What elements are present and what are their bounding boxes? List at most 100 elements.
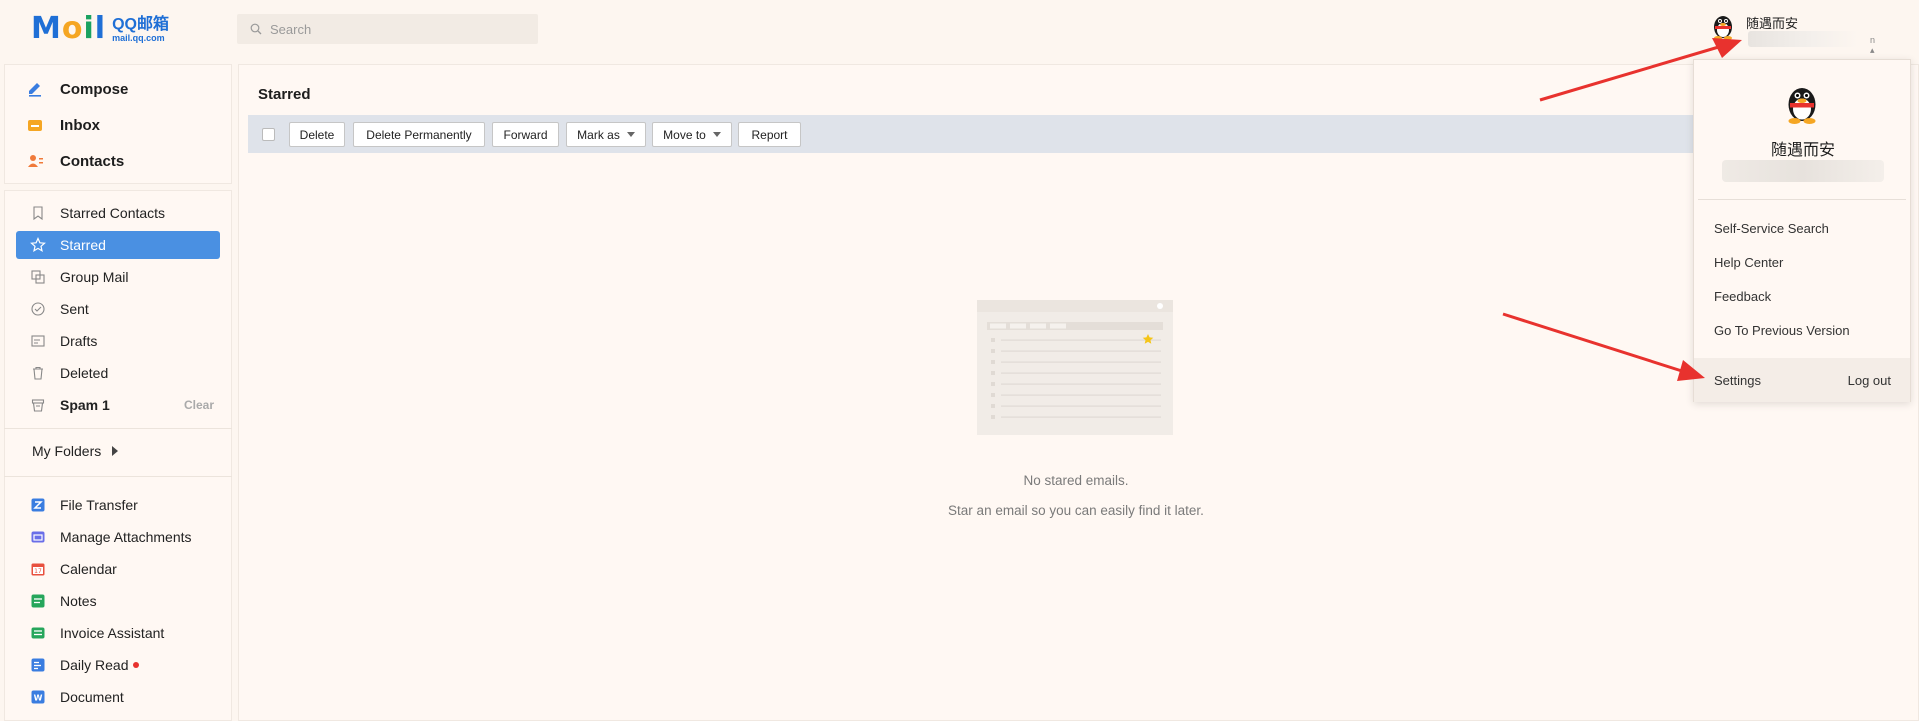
sidebar-item-label: Drafts xyxy=(60,333,98,349)
logo-cn-text: QQ邮箱 xyxy=(112,15,169,33)
dropdown-arrow-icon xyxy=(712,132,721,137)
self-service-search-link[interactable]: Self-Service Search xyxy=(1714,221,1829,236)
sidebar-divider xyxy=(4,428,232,429)
page-title: Starred xyxy=(258,86,311,103)
trash-icon xyxy=(33,366,43,380)
contacts-icon xyxy=(28,155,43,167)
sidebar-item-label: Deleted xyxy=(60,365,109,381)
report-button[interactable]: Report xyxy=(738,122,801,147)
sidebar-item-starred-contacts[interactable]: Starred Contacts xyxy=(16,199,220,227)
logo-subtitle: QQ邮箱 mail.qq.com xyxy=(112,16,169,43)
sidebar-item-label: Invoice Assistant xyxy=(60,625,165,641)
delete-button[interactable]: Delete xyxy=(289,122,345,147)
sidebar-app-calendar[interactable]: 17 Calendar xyxy=(16,555,220,583)
qq-penguin-avatar-icon xyxy=(1788,88,1816,124)
inbox-icon xyxy=(28,120,42,131)
sidebar-item-label: Document xyxy=(60,689,124,705)
move-to-dropdown[interactable]: Move to xyxy=(652,122,732,147)
spam-clear-link[interactable]: Clear xyxy=(184,398,214,412)
sent-check-icon xyxy=(31,302,45,316)
pencil-icon xyxy=(29,83,41,97)
attachment-icon xyxy=(31,531,45,543)
move-to-label: Move to xyxy=(663,127,706,142)
sidebar-app-manage-attachments[interactable]: Manage Attachments xyxy=(16,523,220,551)
select-all-checkbox[interactable] xyxy=(262,128,275,141)
sidebar-item-label: Calendar xyxy=(60,561,117,577)
sidebar-item-drafts[interactable]: Drafts xyxy=(16,327,220,355)
contacts-button[interactable]: Contacts xyxy=(26,152,124,170)
bookmark-icon xyxy=(33,206,43,221)
group-mail-icon xyxy=(31,270,45,284)
sidebar-divider xyxy=(4,476,232,477)
sidebar-item-label: Starred Contacts xyxy=(60,205,166,221)
forward-button[interactable]: Forward xyxy=(492,122,559,147)
logo-letter: o xyxy=(61,11,84,46)
caret-right-icon xyxy=(112,446,119,456)
account-dropdown-menu: 随遇而安 Self-Service Search Help Center Fee… xyxy=(1693,59,1911,402)
sidebar-app-document[interactable]: W Document xyxy=(16,683,220,711)
top-header: Moil QQ邮箱 mail.qq.com 随遇而安 n ▴ xyxy=(0,0,1919,58)
logo-wordmark: Moil xyxy=(31,14,106,44)
inbox-button[interactable]: Inbox xyxy=(26,116,100,134)
qq-penguin-avatar-icon xyxy=(1714,16,1732,40)
search-icon xyxy=(250,23,262,35)
drafts-icon xyxy=(31,335,45,347)
sidebar-item-label: File Transfer xyxy=(60,497,138,513)
sidebar-item-starred[interactable]: Starred xyxy=(16,231,220,259)
sidebar-app-notes[interactable]: Notes xyxy=(16,587,220,615)
daily-read-icon xyxy=(31,658,45,672)
compose-button[interactable]: Compose xyxy=(26,80,128,98)
dropdown-arrow-icon xyxy=(626,132,635,137)
notes-icon xyxy=(31,594,45,608)
sidebar-app-daily-read[interactable]: Daily Read xyxy=(16,651,220,679)
search-bar[interactable] xyxy=(237,14,538,44)
contacts-label: Contacts xyxy=(60,152,125,170)
feedback-link[interactable]: Feedback xyxy=(1714,289,1771,304)
compose-label: Compose xyxy=(60,80,129,98)
previous-version-link[interactable]: Go To Previous Version xyxy=(1714,323,1850,338)
user-account-menu[interactable]: 随遇而安 n ▴ xyxy=(1710,12,1875,55)
my-folders-label: My Folders xyxy=(32,443,102,459)
unread-dot xyxy=(133,662,140,668)
sidebar-item-label: Notes xyxy=(60,593,97,609)
document-icon: W xyxy=(31,690,45,704)
delete-permanently-button[interactable]: Delete Permanently xyxy=(353,122,485,147)
blurred-email xyxy=(1748,31,1858,47)
my-folders-toggle[interactable]: My Folders xyxy=(18,437,222,465)
logo-letter: i xyxy=(83,11,95,46)
empty-mailbox-illustration-icon xyxy=(977,300,1173,435)
sidebar-item-group-mail[interactable]: Group Mail xyxy=(16,263,220,291)
sidebar-item-deleted[interactable]: Deleted xyxy=(16,359,220,387)
sidebar-item-label: Sent xyxy=(60,301,89,317)
sidebar-app-invoice-assistant[interactable]: Invoice Assistant xyxy=(16,619,220,647)
sidebar-item-label: Spam 1 xyxy=(60,397,110,413)
settings-link[interactable]: Settings xyxy=(1714,373,1761,388)
sidebar-app-file-transfer[interactable]: File Transfer xyxy=(16,491,220,519)
spam-icon xyxy=(31,399,45,412)
invoice-icon xyxy=(31,627,45,639)
logout-link[interactable]: Log out xyxy=(1848,373,1891,388)
dropdown-user-name: 随遇而安 xyxy=(1770,142,1835,159)
sidebar-item-label: Starred xyxy=(60,237,106,253)
inbox-label: Inbox xyxy=(60,116,100,134)
empty-state-subtitle: Star an email so you can easily find it … xyxy=(948,503,1204,518)
mark-as-dropdown[interactable]: Mark as xyxy=(566,122,646,147)
logo-letter: l xyxy=(94,11,107,46)
sidebar-item-label: Daily Read xyxy=(60,657,129,673)
file-transfer-icon xyxy=(31,498,45,512)
qq-mail-logo[interactable]: Moil QQ邮箱 mail.qq.com xyxy=(31,14,169,44)
calendar-icon: 17 xyxy=(31,563,45,576)
sidebar-item-label: Manage Attachments xyxy=(60,529,192,545)
user-menu-caret[interactable]: n ▴ xyxy=(1870,35,1875,56)
search-input[interactable] xyxy=(270,21,510,37)
help-center-link[interactable]: Help Center xyxy=(1714,255,1783,270)
dropdown-divider xyxy=(1698,199,1906,200)
logo-url-text: mail.qq.com xyxy=(112,32,165,43)
user-name: 随遇而安 xyxy=(1746,16,1799,31)
star-icon xyxy=(30,237,46,253)
mark-as-label: Mark as xyxy=(577,127,620,142)
logo-letter: M xyxy=(31,11,62,46)
svg-text:W: W xyxy=(34,694,43,703)
sidebar-item-spam[interactable]: Spam 1 Clear xyxy=(16,391,220,419)
sidebar-item-sent[interactable]: Sent xyxy=(16,295,220,323)
